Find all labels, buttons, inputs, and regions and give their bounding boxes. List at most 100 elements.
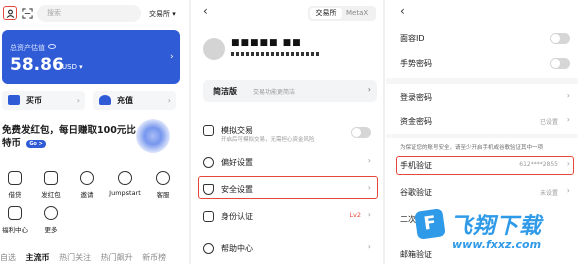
rewards-icon [8, 206, 22, 220]
grid-label: 客服 [156, 191, 170, 199]
tab-hot-rising[interactable]: 热门飙升 [101, 253, 133, 262]
asset-card[interactable]: 总资产估值 58.86 USD ▾ › [2, 30, 180, 84]
row-label: 资金密码 [400, 117, 432, 126]
row-identity[interactable]: 身份认证 Lv2 › [203, 207, 377, 229]
home-screen: 搜索 交易所 ▾ 总资产估值 58.86 USD ▾ › 买币 › 充值 › 免… [0, 0, 189, 264]
simple-mode-card[interactable]: 简洁版 交易功能更简洁 › [203, 80, 377, 102]
grid-label: 邀请 [80, 191, 94, 199]
tab-mainstream[interactable]: 主流币 [26, 253, 50, 262]
row-label: 偏好设置 [221, 158, 253, 167]
top-bar: 搜索 交易所 ▾ [0, 0, 189, 28]
grid-red-packet[interactable]: 发红包 [33, 171, 69, 199]
chevron-right-icon: › [367, 242, 371, 251]
loan-icon [8, 171, 22, 185]
row-sublabel: 开启后可模拟交易，无需担心资金风险 [221, 137, 315, 143]
demo-trading-toggle[interactable] [351, 127, 371, 138]
row-label: 面容ID [400, 34, 425, 43]
row-security-settings[interactable]: 安全设置 › [203, 180, 377, 202]
user-id-blurred [231, 52, 321, 56]
chevron-right-icon: › [566, 91, 570, 100]
buy-coin-label: 买币 [26, 96, 42, 105]
segment-exchange[interactable]: 交易所 [310, 8, 342, 19]
buy-coin-button[interactable]: 买币 › [2, 91, 85, 110]
watermark: F 飞翔下载 www.fxxz.com [410, 204, 578, 264]
face-id-toggle[interactable] [550, 33, 570, 44]
row-demo-trading: 模拟交易 开启后可模拟交易，无需担心资金风险 [203, 121, 377, 143]
section-gap [386, 78, 578, 84]
row-label: 谷歌验证 [400, 188, 432, 197]
deposit-label: 充值 [117, 96, 133, 105]
security-shield-icon [203, 184, 214, 195]
red-packet-icon [44, 171, 58, 185]
profile-screen: ‹ 交易所 MetaX ■■■■■ ■■ 简洁版 交易功能更简洁 › 模拟交易 … [191, 0, 383, 264]
grid-label: 更多 [44, 226, 58, 234]
chevron-right-icon: › [367, 85, 371, 94]
row-fund-password[interactable]: 资金密码 已设置 › [400, 113, 574, 131]
invite-icon [80, 171, 94, 185]
row-google-verification[interactable]: 谷歌验证 未设置 › [400, 184, 574, 202]
account-segment: 交易所 MetaX [308, 6, 376, 21]
identity-icon [203, 211, 214, 222]
simple-mode-desc: 交易功能更简洁 [253, 89, 296, 96]
back-chevron-icon[interactable]: ‹ [400, 4, 405, 18]
identity-level-badge: Lv2 [349, 211, 361, 219]
avatar[interactable] [203, 38, 225, 60]
support-icon [156, 171, 170, 185]
demo-trading-icon [203, 125, 214, 136]
row-label: 身份认证 [221, 212, 253, 221]
tab-hot-follow[interactable]: 热门关注 [59, 253, 91, 262]
row-phone-verification[interactable]: 手机验证 612****2855 › [400, 157, 574, 175]
chevron-right-icon: › [566, 186, 570, 195]
gesture-password-toggle[interactable] [550, 58, 570, 69]
exchange-selector[interactable]: 交易所 ▾ [149, 9, 176, 19]
profile-button[interactable] [3, 6, 17, 20]
asset-unit[interactable]: USD ▾ [62, 63, 83, 71]
row-value: 612****2855 [519, 161, 558, 168]
chevron-right-icon: › [76, 96, 80, 105]
row-label: 手机验证 [400, 161, 432, 170]
chevron-right-icon: › [566, 115, 570, 124]
promo-banner[interactable]: 免费发红包，每日赚取100元比特币 Go > [2, 124, 142, 150]
row-preferences[interactable]: 偏好设置 › [203, 153, 377, 175]
tab-new-coins[interactable]: 新币榜 [142, 253, 166, 262]
grid-label: 借贷 [8, 191, 22, 199]
grid-loan[interactable]: 借贷 [0, 171, 33, 199]
asset-label: 总资产估值 [10, 44, 45, 52]
asset-value: 58.86 [10, 55, 64, 75]
promo-text: 免费发红包，每日赚取100元比特币 [2, 125, 136, 149]
scan-icon[interactable] [22, 8, 33, 19]
grid-jumpstart[interactable]: Jumpstart [105, 171, 145, 197]
grid-invite[interactable]: 邀请 [69, 171, 105, 199]
more-icon [44, 206, 58, 220]
segment-metax[interactable]: MetaX [346, 8, 368, 19]
grid-rewards[interactable]: 福利中心 [0, 206, 33, 234]
security-note: 为保证您的账号安全，请至少开启手机或谷歌验证其中一项 [400, 145, 544, 151]
watermark-title: 飞翔下载 [450, 214, 543, 239]
back-chevron-icon[interactable]: ‹ [203, 4, 208, 18]
row-help-center[interactable]: 帮助中心 › [203, 239, 377, 261]
deposit-button[interactable]: 充值 › [93, 91, 176, 110]
promo-go-badge[interactable]: Go > [26, 140, 46, 148]
chevron-right-icon: › [566, 159, 570, 168]
row-login-password[interactable]: 登录密码 › [400, 89, 574, 107]
simple-mode-title: 简洁版 [213, 87, 237, 96]
grid-support[interactable]: 客服 [145, 171, 181, 199]
row-face-id: 面容ID [400, 30, 574, 48]
tab-favorites[interactable]: 自选 [0, 253, 16, 262]
chevron-right-icon: › [367, 210, 371, 219]
grid-more[interactable]: 更多 [33, 206, 69, 234]
search-input[interactable]: 搜索 [37, 5, 141, 22]
row-label: 帮助中心 [221, 244, 253, 253]
chevron-right-icon: › [170, 52, 174, 62]
promo-illustration [136, 119, 170, 153]
grid-label: Jumpstart [109, 189, 141, 197]
help-center-icon [203, 243, 214, 254]
eye-icon[interactable] [48, 44, 56, 49]
grid-label: 福利中心 [2, 226, 28, 234]
chevron-right-icon: › [367, 183, 371, 192]
jumpstart-icon [118, 171, 132, 185]
user-name: ■■■■■ ■■ [231, 38, 302, 48]
row-label: 登录密码 [400, 93, 432, 102]
deposit-icon [99, 95, 111, 105]
user-icon [6, 9, 14, 18]
